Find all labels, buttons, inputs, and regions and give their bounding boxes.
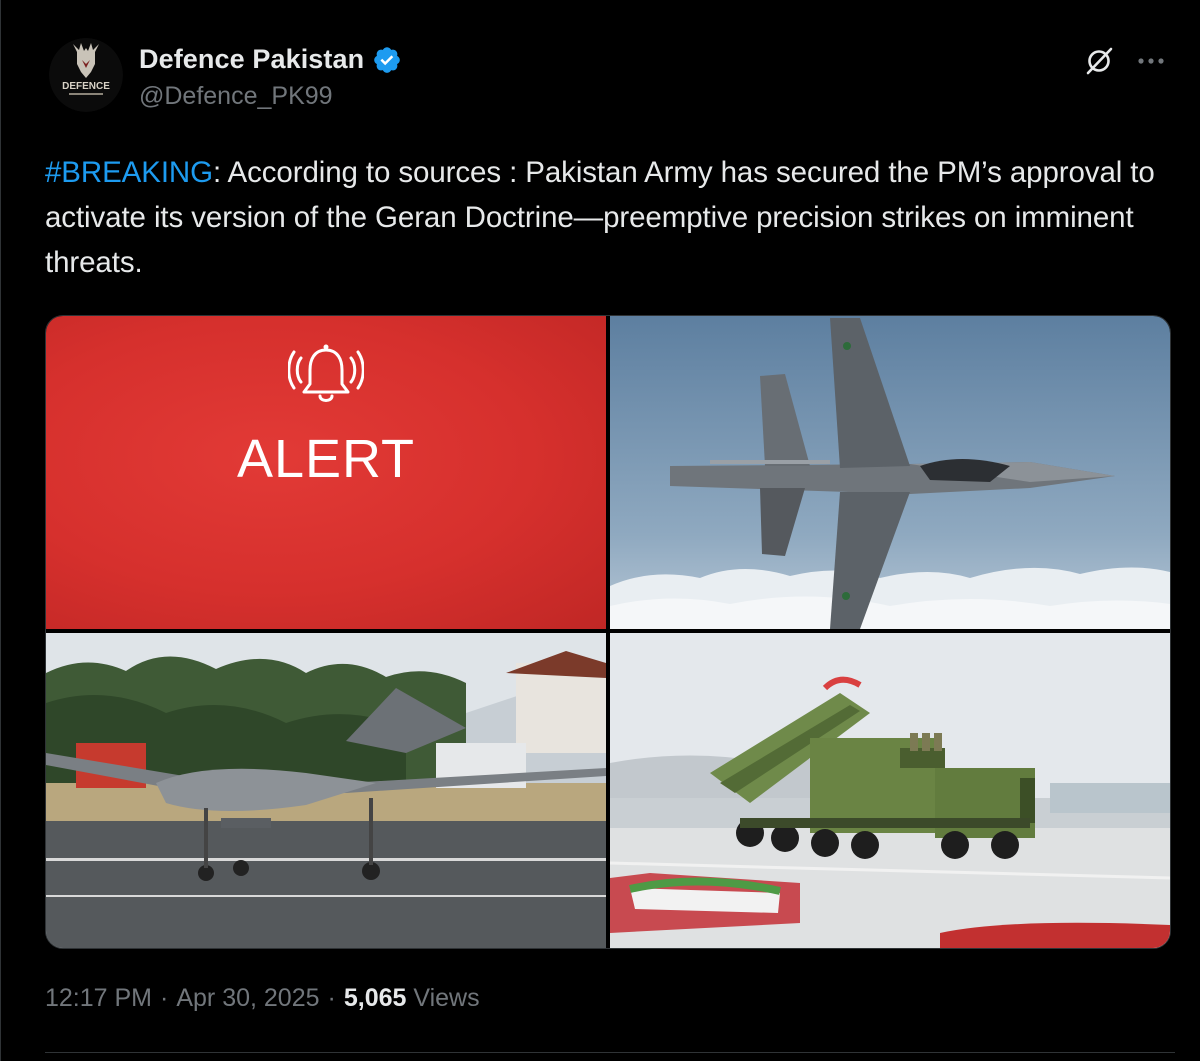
meta-separator: · [160, 984, 169, 1012]
grok-icon[interactable] [1083, 45, 1115, 77]
divider [45, 1052, 1175, 1053]
tweet-card: DEFENCE Defence Pakistan @Defence_PK99 #… [0, 0, 1200, 1061]
verified-badge-icon[interactable] [372, 45, 402, 75]
avatar-logo-text: DEFENCE [62, 81, 110, 92]
author-handle[interactable]: @Defence_PK99 [139, 82, 333, 111]
avatar[interactable]: DEFENCE [49, 38, 123, 112]
tweet-meta: 12:17 PM · Apr 30, 2025 · 5,065 Views [45, 984, 480, 1013]
meta-separator: · [327, 984, 336, 1012]
views-count: 5,065 [343, 984, 407, 1012]
views-stat[interactable]: 5,065 Views [344, 984, 480, 1013]
alert-label: ALERT [236, 429, 416, 489]
views-label: Views [413, 984, 480, 1012]
tweet-date[interactable]: Apr 30, 2025 [176, 984, 319, 1013]
author-name-row[interactable]: Defence Pakistan [139, 44, 402, 75]
hashtag-link[interactable]: #BREAKING [45, 156, 213, 189]
tweet-time[interactable]: 12:17 PM [45, 984, 152, 1013]
more-icon[interactable] [1135, 50, 1167, 72]
media-image-combat-drone[interactable] [46, 633, 606, 948]
bell-icon [288, 336, 364, 416]
media-image-alert[interactable]: ALERT [46, 316, 606, 629]
media-image-missile-launcher-truck[interactable] [610, 633, 1170, 948]
display-name[interactable]: Defence Pakistan [139, 44, 364, 75]
media-image-fighter-jet[interactable] [610, 316, 1170, 629]
media-grid: ALERT [45, 315, 1171, 949]
tweet-text: #BREAKING: According to sources : Pakist… [45, 150, 1175, 285]
